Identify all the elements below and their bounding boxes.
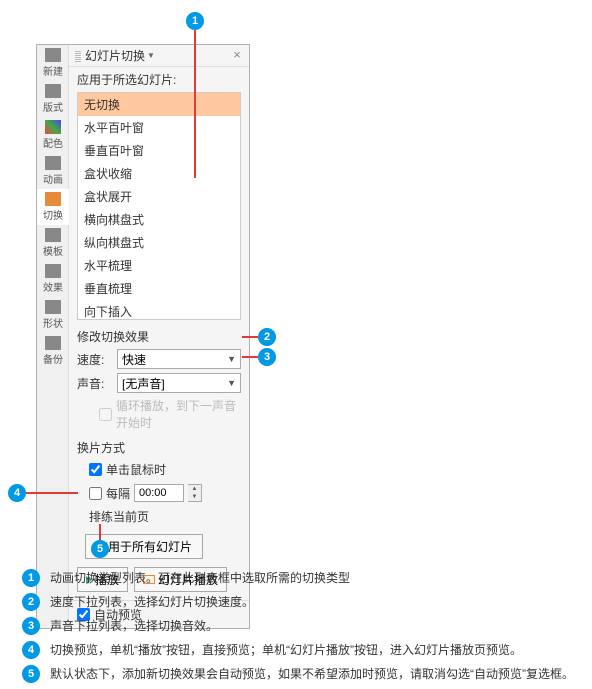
callout-badge-3: 3: [258, 348, 276, 366]
chevron-down-icon[interactable]: ▼: [147, 51, 155, 60]
sidebar-label: 新建: [43, 63, 63, 78]
modify-section-label: 修改切换效果: [69, 324, 249, 347]
every-checkbox[interactable]: [89, 487, 102, 500]
rehearse-link[interactable]: 排练当前页: [69, 505, 249, 528]
callout-badge-5: 5: [91, 540, 109, 558]
panel-header: 幻灯片切换 ▼ ×: [69, 45, 249, 67]
every-row: 每隔 ▲ ▼: [69, 481, 249, 505]
list-item[interactable]: 横向棋盘式: [78, 208, 240, 231]
on-click-label: 单击鼠标时: [106, 461, 166, 478]
sidebar-label: 版式: [43, 99, 63, 114]
panel-title: 幻灯片切换: [85, 47, 145, 64]
sidebar-item-layout[interactable]: 版式: [37, 81, 69, 117]
legend-row: 4 切换预览，单机“播放”按钮，直接预览；单机“幻灯片播放”按钮，进入幻灯片播放页…: [22, 641, 582, 659]
chevron-down-icon: ▼: [227, 354, 236, 364]
layout-icon: [45, 84, 61, 98]
sidebar-label: 备份: [43, 351, 63, 366]
list-item[interactable]: 盒状收缩: [78, 162, 240, 185]
callout-line-5: [99, 524, 101, 540]
legend-row: 1 动画切换类型列表。可在此列表框中选取所需的切换类型: [22, 569, 582, 587]
speed-row: 速度: 快速 ▼: [69, 347, 249, 371]
sidebar-label: 模板: [43, 243, 63, 258]
sidebar-label: 效果: [43, 279, 63, 294]
list-item[interactable]: 无切换: [78, 93, 240, 116]
apply-to-selected-label: 应用于所选幻灯片:: [69, 67, 249, 92]
sidebar-label: 切换: [43, 207, 63, 222]
sidebar-label: 形状: [43, 315, 63, 330]
legend-text: 声音下拉列表，选择切换音效。: [50, 617, 218, 635]
sound-value: [无声音]: [122, 375, 165, 392]
on-click-row: 单击鼠标时: [69, 458, 249, 481]
sidebar: 新建 版式 配色 动画 切换 模板 效果 形状 备份: [37, 45, 69, 628]
list-item[interactable]: 水平梳理: [78, 254, 240, 277]
sidebar-label: 动画: [43, 171, 63, 186]
effects-icon: [45, 264, 61, 278]
loop-checkbox: [99, 408, 112, 421]
legend-row: 5 默认状态下，添加新切换效果会自动预览，如果不希望添加时预览，请取消勾选“自动预…: [22, 665, 582, 683]
callout-badge-1: 1: [186, 12, 204, 30]
legend-badge-4: 4: [22, 641, 40, 659]
new-icon: [45, 48, 61, 62]
backup-icon: [45, 336, 61, 350]
callout-line-3: [242, 356, 258, 358]
advance-section-label: 换片方式: [69, 435, 249, 458]
speed-dropdown[interactable]: 快速 ▼: [117, 349, 241, 369]
loop-label: 循环播放，到下一声音开始时: [116, 397, 241, 431]
shape-icon: [45, 300, 61, 314]
legend-text: 默认状态下，添加新切换效果会自动预览，如果不希望添加时预览，请取消勾选“自动预览…: [50, 665, 574, 683]
animation-icon: [45, 156, 61, 170]
legend-text: 速度下拉列表，选择幻灯片切换速度。: [50, 593, 254, 611]
legend-row: 3 声音下拉列表，选择切换音效。: [22, 617, 582, 635]
list-item[interactable]: 水平百叶窗: [78, 116, 240, 139]
sound-dropdown[interactable]: [无声音] ▼: [117, 373, 241, 393]
legend-badge-1: 1: [22, 569, 40, 587]
slide-transition-panel: 新建 版式 配色 动画 切换 模板 效果 形状 备份 幻灯片切换 ▼ × 应用于…: [36, 44, 250, 629]
callout-legend: 1 动画切换类型列表。可在此列表框中选取所需的切换类型 2 速度下拉列表，选择幻灯片…: [22, 569, 582, 689]
interval-spinner[interactable]: ▲ ▼: [188, 484, 202, 502]
speed-label: 速度:: [77, 351, 113, 368]
sidebar-item-template[interactable]: 模板: [37, 225, 69, 261]
legend-badge-5: 5: [22, 665, 40, 683]
drag-handle-icon[interactable]: [75, 50, 81, 62]
transition-icon: [45, 192, 61, 206]
legend-text: 动画切换类型列表。可在此列表框中选取所需的切换类型: [50, 569, 350, 587]
list-item[interactable]: 垂直梳理: [78, 277, 240, 300]
list-item[interactable]: 垂直百叶窗: [78, 139, 240, 162]
sound-label: 声音:: [77, 375, 113, 392]
callout-line-4: [26, 492, 78, 494]
spinner-up-icon[interactable]: ▲: [188, 485, 201, 493]
sidebar-item-new[interactable]: 新建: [37, 45, 69, 81]
every-label: 每隔: [106, 485, 130, 502]
sidebar-item-animation[interactable]: 动画: [37, 153, 69, 189]
color-icon: [45, 120, 61, 134]
legend-text: 切换预览，单机“播放”按钮，直接预览；单机“幻灯片播放”按钮，进入幻灯片播放页预…: [50, 641, 522, 659]
on-click-checkbox[interactable]: [89, 463, 102, 476]
sidebar-item-color[interactable]: 配色: [37, 117, 69, 153]
legend-badge-3: 3: [22, 617, 40, 635]
callout-line-2: [242, 336, 258, 338]
sidebar-item-transition[interactable]: 切换: [37, 189, 69, 225]
callout-line-1: [194, 30, 196, 178]
sidebar-item-shape[interactable]: 形状: [37, 297, 69, 333]
callout-badge-2: 2: [258, 328, 276, 346]
callout-badge-4: 4: [8, 484, 26, 502]
speed-value: 快速: [122, 351, 146, 368]
sidebar-item-backup[interactable]: 备份: [37, 333, 69, 369]
loop-sound-row: 循环播放，到下一声音开始时: [69, 395, 249, 435]
list-item[interactable]: 纵向棋盘式: [78, 231, 240, 254]
template-icon: [45, 228, 61, 242]
chevron-down-icon: ▼: [227, 378, 236, 388]
legend-badge-2: 2: [22, 593, 40, 611]
transition-listbox[interactable]: 无切换 水平百叶窗 垂直百叶窗 盒状收缩 盒状展开 横向棋盘式 纵向棋盘式 水平…: [77, 92, 241, 320]
list-item[interactable]: 向下插入: [78, 300, 240, 319]
sidebar-label: 配色: [43, 135, 63, 150]
interval-input[interactable]: [134, 484, 184, 502]
spinner-down-icon[interactable]: ▼: [188, 493, 201, 501]
sound-row: 声音: [无声音] ▼: [69, 371, 249, 395]
sidebar-item-effects[interactable]: 效果: [37, 261, 69, 297]
close-button[interactable]: ×: [229, 47, 245, 62]
legend-row: 2 速度下拉列表，选择幻灯片切换速度。: [22, 593, 582, 611]
list-item[interactable]: 盒状展开: [78, 185, 240, 208]
